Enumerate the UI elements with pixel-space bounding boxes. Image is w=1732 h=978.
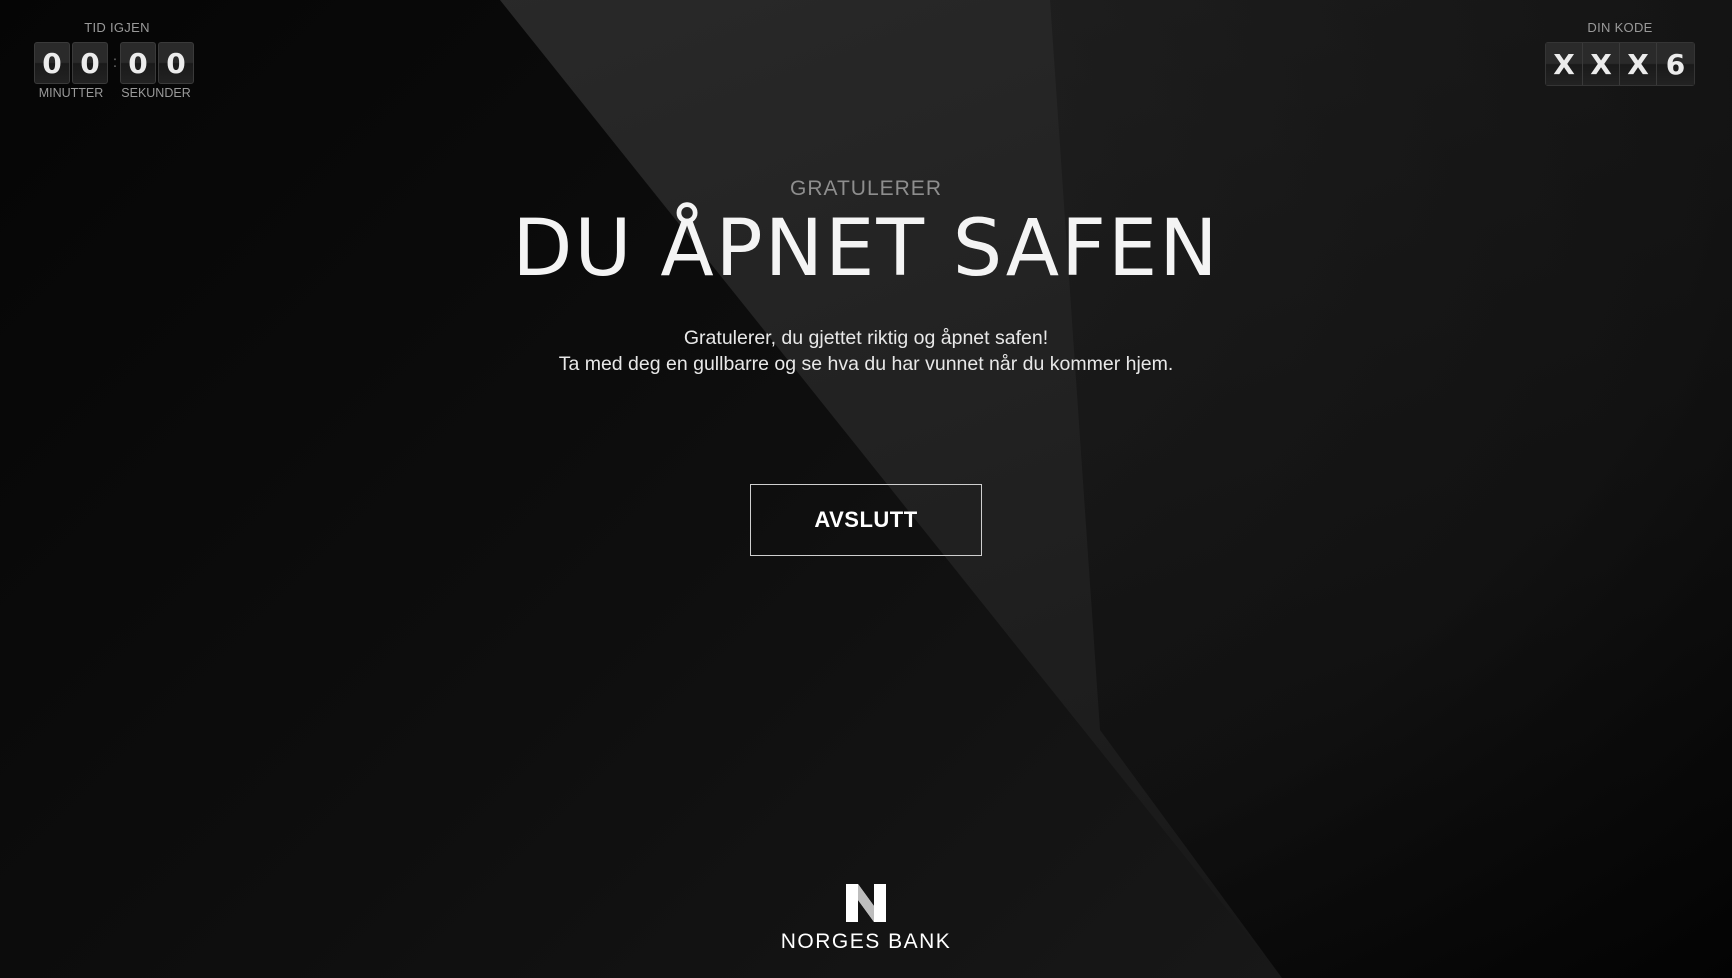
- code-digit-4: 6: [1657, 43, 1694, 85]
- success-message: GRATULERER DU ÅPNET SAFEN Gratulerer, du…: [0, 177, 1732, 377]
- minutes-ones-digit: 0: [72, 42, 108, 84]
- timer-units: MINUTTER SEKUNDER: [34, 86, 200, 100]
- code-digit-3: X: [1620, 43, 1657, 85]
- time-remaining-widget: TID IGJEN 0 0 : 0 0 MINUTTER SEKUNDER: [34, 20, 200, 100]
- minutes-label: MINUTTER: [38, 86, 104, 100]
- seconds-ones-digit: 0: [158, 42, 194, 84]
- logo-text: NORGES BANK: [780, 930, 952, 953]
- page-title: DU ÅPNET SAFEN: [512, 204, 1220, 294]
- code-digits: X X X 6: [1545, 42, 1695, 86]
- your-code-title: DIN KODE: [1587, 20, 1653, 35]
- success-line-2: Ta med deg en gullbarre og se hva du har…: [558, 353, 1174, 375]
- time-remaining-title: TID IGJEN: [84, 20, 150, 35]
- seconds-label: SEKUNDER: [121, 86, 191, 100]
- congratulations-kicker: GRATULERER: [790, 177, 942, 200]
- timer-digits: 0 0 : 0 0: [34, 42, 200, 84]
- minutes-tens-digit: 0: [34, 42, 70, 84]
- norges-bank-logo: NORGES BANK: [0, 884, 1732, 954]
- safe-opened-screen: TID IGJEN 0 0 : 0 0 MINUTTER SEKUNDER DI…: [0, 0, 1732, 978]
- code-digit-2: X: [1583, 43, 1620, 85]
- success-line-1: Gratulerer, du gjettet riktig og åpnet s…: [683, 327, 1049, 349]
- norges-bank-n-icon: [846, 884, 886, 922]
- your-code-widget: DIN KODE X X X 6: [1545, 20, 1695, 86]
- timer-separator: :: [112, 54, 118, 71]
- finish-button[interactable]: AVSLUTT: [750, 484, 982, 556]
- seconds-tens-digit: 0: [120, 42, 156, 84]
- success-description: Gratulerer, du gjettet riktig og åpnet s…: [0, 325, 1732, 377]
- code-digit-1: X: [1546, 43, 1583, 85]
